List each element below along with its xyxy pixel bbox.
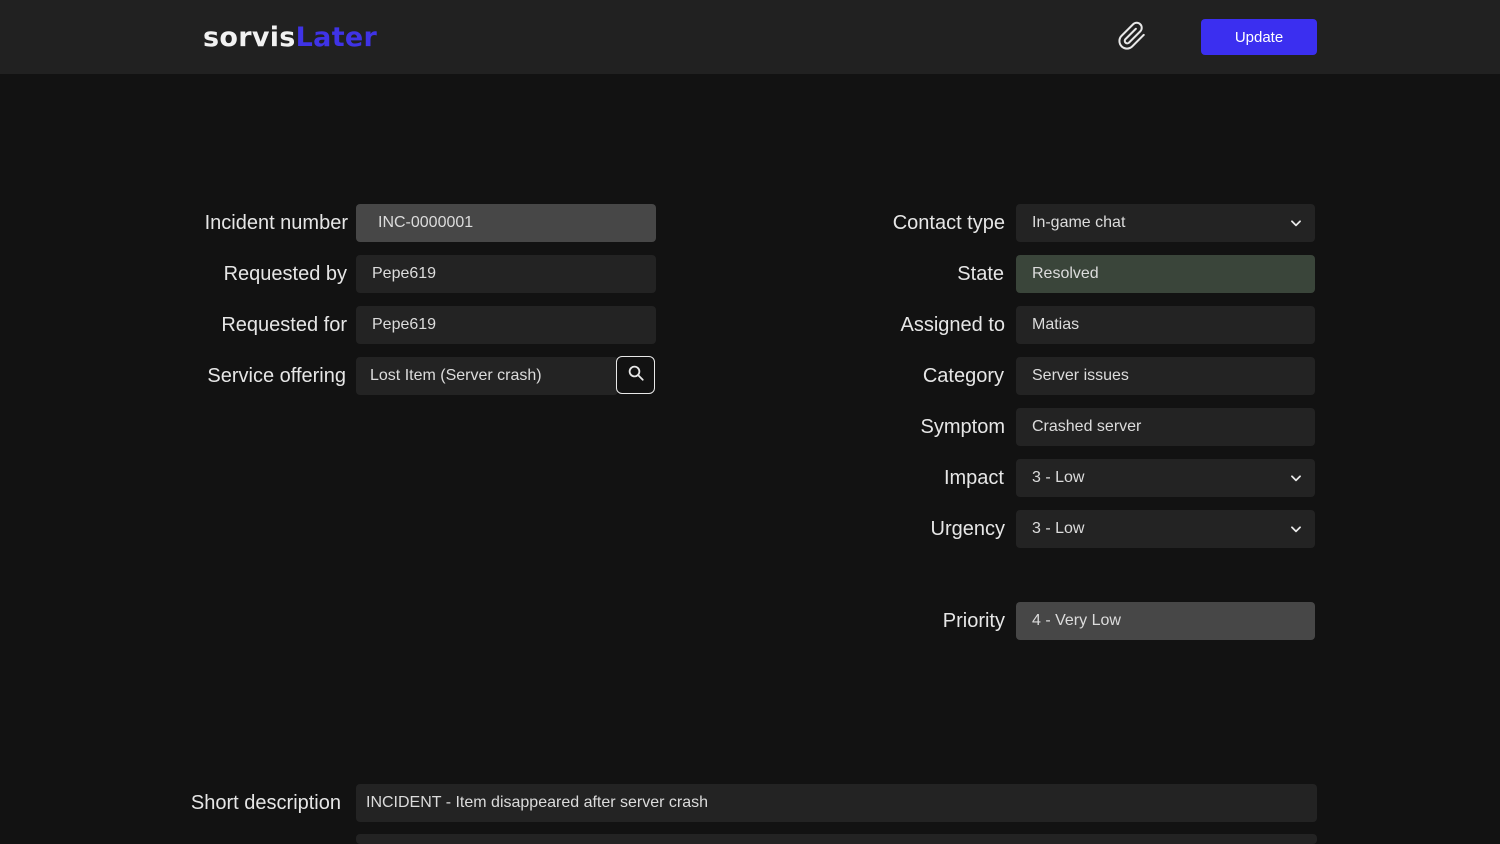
app-logo[interactable]: sorvisLater [203,20,377,56]
logo-text-accent: Later [295,22,378,53]
impact-label: Impact [943,467,1004,489]
assigned-to-field[interactable]: Matias [1016,306,1315,344]
priority-label: Priority [942,610,1005,632]
category-field[interactable]: Server issues [1016,357,1315,395]
service-offering-search-button[interactable] [616,356,655,394]
urgency-select[interactable]: 3 - Low [1016,510,1315,548]
symptom-label: Symptom [920,416,1005,438]
priority-field: 4 - Very Low [1016,602,1315,640]
short-description-field[interactable]: INCIDENT - Item disappeared after server… [356,784,1317,822]
contact-type-select[interactable]: In-game chat [1016,204,1315,242]
logo-text-primary: sorvis [203,22,296,53]
description-field[interactable] [356,834,1317,844]
assigned-to-label: Assigned to [900,314,1005,336]
impact-value: 3 - Low [1032,469,1085,486]
chevron-down-icon [1289,510,1303,548]
urgency-value: 3 - Low [1032,520,1085,537]
contact-type-label: Contact type [892,212,1005,234]
service-offering-label: Service offering [207,365,346,387]
category-label: Category [922,365,1004,387]
state-label: State [957,263,1004,285]
urgency-label: Urgency [930,518,1005,540]
symptom-field[interactable]: Crashed server [1016,408,1315,446]
requested-for-label: Requested for [221,314,347,336]
requested-for-field[interactable]: Pepe619 [356,306,656,344]
short-description-label: Short description [190,792,341,814]
paperclip-icon [1117,21,1147,56]
update-button[interactable]: Update [1201,19,1317,55]
service-offering-field[interactable]: Lost Item (Server crash) [356,357,618,395]
chevron-down-icon [1289,459,1303,497]
incident-number-field: INC-0000001 [356,204,656,242]
state-field[interactable]: Resolved [1016,255,1315,293]
impact-select[interactable]: 3 - Low [1016,459,1315,497]
incident-number-label: Incident number [204,212,348,234]
requested-by-field[interactable]: Pepe619 [356,255,656,293]
search-icon [627,364,645,387]
attach-button[interactable] [1114,20,1150,56]
top-bar: sorvisLater Update [0,0,1500,74]
requested-by-label: Requested by [223,263,347,285]
contact-type-value: In-game chat [1032,214,1126,231]
chevron-down-icon [1289,204,1303,242]
